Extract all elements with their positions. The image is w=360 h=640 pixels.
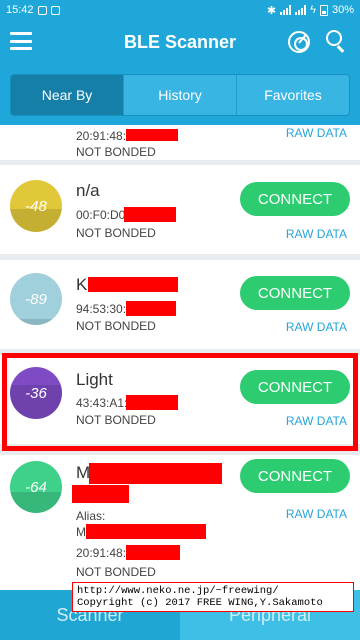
redaction-mark	[124, 207, 176, 222]
alias-value: M	[76, 525, 86, 539]
app-screen: 15:42 ✱ ϟ 30% BLE Scanner Near By Histor…	[0, 0, 360, 640]
device-card[interactable]: -64 M Alias: M 20:91:48: NOT BONDED CONN…	[0, 455, 360, 590]
credit-url: http://www.neko.ne.jp/~freewing/	[77, 585, 279, 597]
rssi-indicator: -89	[10, 273, 62, 325]
battery-icon	[319, 4, 328, 16]
redaction-mark	[88, 277, 178, 292]
rssi-value: -36	[25, 384, 47, 402]
credit-copyright: Copyright (c) 2017 FREE WING,Y.Sakamoto	[77, 597, 323, 609]
device-name: n/a	[76, 181, 100, 200]
connect-button[interactable]: CONNECT	[240, 276, 350, 310]
device-name: Light	[76, 370, 113, 389]
raw-data-link[interactable]: RAW DATA	[286, 227, 347, 241]
bluetooth-icon: ✱	[266, 4, 277, 17]
device-card[interactable]: -36 Light 43:43:A1: NOT BONDED CONNECT R…	[0, 355, 360, 444]
rssi-value: -48	[25, 197, 47, 215]
raw-data-link[interactable]: RAW DATA	[286, 320, 347, 334]
rssi-indicator: -36	[10, 367, 62, 419]
alias-label: Alias:	[76, 509, 106, 523]
connect-button[interactable]: CONNECT	[240, 459, 350, 493]
tab-bar: Near By History Favorites	[10, 74, 350, 116]
connect-button[interactable]: CONNECT	[240, 370, 350, 404]
tab-favorites[interactable]: Favorites	[237, 75, 349, 115]
status-bar: 15:42 ✱ ϟ 30%	[0, 0, 360, 20]
device-name: K	[76, 275, 88, 294]
bond-status: NOT BONDED	[76, 413, 156, 427]
device-address: 20:91:48:	[76, 546, 127, 560]
signal-icon	[295, 5, 307, 15]
rssi-indicator: -64	[10, 461, 62, 513]
connect-button[interactable]: CONNECT	[240, 182, 350, 216]
device-list[interactable]: 20:91:48: NOT BONDED RAW DATA -48 n/a 00…	[0, 125, 360, 590]
raw-data-link[interactable]: RAW DATA	[286, 414, 347, 428]
redaction-mark	[126, 395, 178, 410]
credit-overlay: http://www.neko.ne.jp/~freewing/ Copyrig…	[72, 582, 354, 612]
status-time: 15:42	[6, 4, 34, 16]
rssi-value: -64	[25, 478, 47, 496]
radar-icon[interactable]	[288, 31, 310, 53]
menu-icon[interactable]	[10, 32, 32, 50]
redaction-mark	[126, 301, 176, 316]
bond-status: NOT BONDED	[76, 226, 156, 240]
notification-icon	[37, 5, 47, 15]
rssi-value: -89	[25, 290, 47, 308]
signal-icon	[280, 5, 292, 15]
redaction-mark	[126, 129, 178, 141]
tab-area: Near By History Favorites	[0, 65, 360, 125]
rssi-fill	[10, 318, 62, 325]
device-address: 43:43:A1:	[76, 396, 128, 410]
battery-level: 30%	[331, 4, 354, 16]
app-bar: BLE Scanner	[0, 20, 360, 65]
device-address: 00:F0:D0	[76, 208, 126, 222]
device-card[interactable]: -48 n/a 00:F0:D0 NOT BONDED CONNECT RAW …	[0, 165, 360, 254]
bond-status: NOT BONDED	[76, 565, 156, 579]
charging-icon: ϟ	[310, 4, 316, 16]
tab-history[interactable]: History	[124, 75, 237, 115]
redaction-mark	[72, 485, 129, 503]
notification-icon	[50, 5, 60, 15]
redaction-mark	[89, 463, 222, 484]
device-address: 94:53:30:	[76, 302, 127, 316]
bond-status: NOT BONDED	[76, 319, 156, 333]
search-icon[interactable]	[326, 30, 348, 54]
raw-data-link[interactable]: RAW DATA	[286, 507, 347, 521]
redaction-mark	[86, 524, 206, 539]
device-address: 20:91:48:	[76, 129, 127, 143]
bond-status: NOT BONDED	[76, 145, 156, 159]
device-card[interactable]: 20:91:48: NOT BONDED RAW DATA	[0, 125, 360, 160]
rssi-indicator: -48	[10, 180, 62, 232]
device-card[interactable]: -89 K 94:53:30: NOT BONDED CONNECT RAW D…	[0, 260, 360, 349]
tab-near-by[interactable]: Near By	[11, 75, 124, 115]
raw-data-link[interactable]: RAW DATA	[286, 126, 347, 140]
redaction-mark	[126, 545, 180, 560]
